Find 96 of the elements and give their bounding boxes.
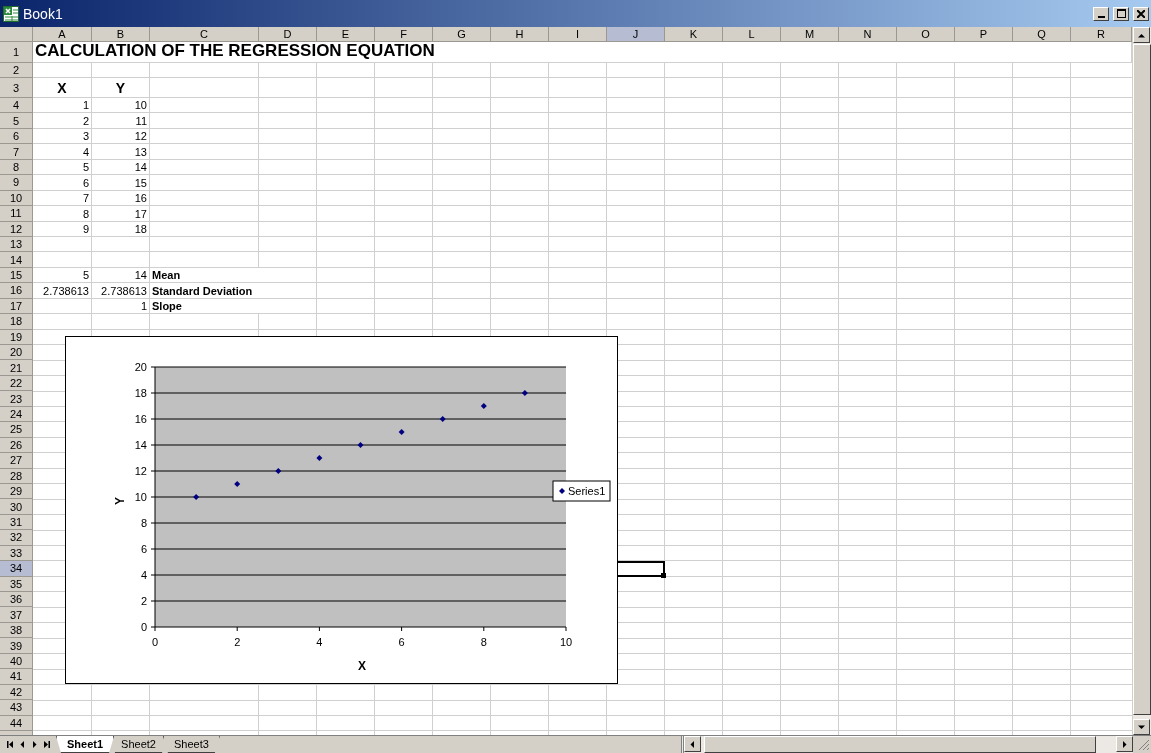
column-header[interactable]: G xyxy=(433,27,491,42)
row-header[interactable]: 7 xyxy=(0,144,33,160)
row-header[interactable]: 43 xyxy=(0,700,33,716)
axis-tick-label: 6 xyxy=(140,543,147,555)
axis-tick-label: 10 xyxy=(559,636,573,648)
column-header[interactable]: D xyxy=(259,27,317,42)
axis-tick-label: 16 xyxy=(134,413,147,425)
row-header[interactable]: 25 xyxy=(0,422,33,438)
axis-tick-label: 14 xyxy=(134,439,147,451)
spreadsheet-icon xyxy=(3,5,19,22)
left-arrow-icon xyxy=(18,741,26,748)
right-arrow-icon xyxy=(30,741,38,748)
row-header[interactable]: 34 xyxy=(0,561,33,577)
row-header[interactable]: 4 xyxy=(0,98,33,114)
axis-tick-label: 2 xyxy=(140,595,147,607)
axis-tick-label: 0 xyxy=(151,636,159,648)
data-point xyxy=(439,416,446,422)
column-header[interactable]: I xyxy=(549,27,607,42)
scroll-left-button[interactable] xyxy=(684,736,701,752)
axis-title: X xyxy=(358,659,366,673)
axis-tick-label: 8 xyxy=(140,517,147,529)
row-header[interactable]: 2 xyxy=(0,63,33,78)
row-header[interactable]: 30 xyxy=(0,499,33,515)
axis-tick-label: 2 xyxy=(234,636,241,648)
column-header[interactable]: H xyxy=(491,27,549,42)
window-title: Book1 xyxy=(23,5,64,22)
axis-tick-label: 6 xyxy=(398,636,405,648)
row-header[interactable]: 20 xyxy=(0,345,33,361)
column-header[interactable]: A xyxy=(33,27,92,42)
data-point xyxy=(521,390,528,396)
column-header[interactable]: P xyxy=(955,27,1013,42)
row-header[interactable]: 23 xyxy=(0,391,33,407)
column-header[interactable]: R xyxy=(1071,27,1132,42)
data-point xyxy=(234,481,241,487)
cell-text: CALCULATION OF THE REGRESSION EQUATION xyxy=(33,42,1132,63)
chart[interactable]: 0 2 4 6 8 10 12 14 16 18 20 0 2 4 6 8 10 X Y Series1 xyxy=(65,336,618,684)
row-header[interactable]: 14 xyxy=(0,252,33,268)
minimize-icon xyxy=(1097,15,1105,18)
row-header[interactable]: 9 xyxy=(0,175,33,191)
row-header[interactable]: 37 xyxy=(0,607,33,623)
axis-tick-label: 8 xyxy=(480,636,487,648)
column-header[interactable]: C xyxy=(150,27,259,42)
row-header[interactable]: 32 xyxy=(0,530,33,546)
scroll-down-button[interactable] xyxy=(1133,719,1150,735)
column-header[interactable]: Q xyxy=(1013,27,1071,42)
row-header[interactable]: 27 xyxy=(0,453,33,469)
maximize-button[interactable] xyxy=(1113,6,1129,21)
scroll-up-button[interactable] xyxy=(1133,27,1150,43)
axis-tick-label: 18 xyxy=(134,387,147,399)
close-button[interactable] xyxy=(1133,6,1149,21)
sheet-tab[interactable]: Sheet3 xyxy=(162,736,220,753)
down-arrow-icon xyxy=(1138,723,1145,731)
column-header[interactable]: E xyxy=(317,27,375,42)
row-header[interactable]: 41 xyxy=(0,669,33,685)
column-header[interactable]: B xyxy=(92,27,150,42)
legend xyxy=(552,480,611,502)
up-arrow-icon xyxy=(1138,31,1145,39)
last-arrow-icon xyxy=(42,741,50,748)
left-arrow-icon xyxy=(689,740,696,748)
first-arrow-icon xyxy=(6,741,14,748)
axis-tick-label: 12 xyxy=(134,465,147,477)
row-header[interactable]: 11 xyxy=(0,206,33,222)
legend-label: Series1 xyxy=(568,485,606,497)
data-point xyxy=(316,455,323,461)
row-header[interactable]: 21 xyxy=(0,360,33,376)
column-header[interactable]: N xyxy=(839,27,897,42)
column-header[interactable]: K xyxy=(665,27,723,42)
data-point xyxy=(193,494,200,500)
row-header[interactable]: 3 xyxy=(0,78,33,98)
row-header[interactable]: 36 xyxy=(0,592,33,608)
axis-tick-label: 0 xyxy=(140,621,147,633)
sheet-tab[interactable]: Sheet1 xyxy=(56,736,115,753)
data-point xyxy=(357,442,364,448)
minimize-button[interactable] xyxy=(1093,6,1109,21)
axis-tick-label: 20 xyxy=(134,361,147,373)
data-point xyxy=(398,429,405,435)
scroll-right-button[interactable] xyxy=(1116,736,1133,752)
data-point xyxy=(480,403,487,409)
column-header[interactable]: L xyxy=(723,27,781,42)
row-header[interactable]: 5 xyxy=(0,113,33,129)
data-point xyxy=(275,468,282,474)
axis-tick-label: 4 xyxy=(316,636,323,648)
row-header[interactable]: 16 xyxy=(0,283,33,299)
right-arrow-icon xyxy=(1121,740,1128,748)
column-header[interactable]: O xyxy=(897,27,955,42)
column-header[interactable]: J xyxy=(607,27,665,42)
row-header[interactable]: 18 xyxy=(0,314,33,330)
column-header[interactable]: F xyxy=(375,27,433,42)
axis-title: Y xyxy=(113,497,127,505)
axis-tick-label: 4 xyxy=(140,569,147,581)
maximize-icon xyxy=(1116,9,1126,18)
column-header[interactable]: M xyxy=(781,27,839,42)
row-header[interactable]: 1 xyxy=(0,42,33,63)
row-header[interactable]: 39 xyxy=(0,638,33,654)
close-icon xyxy=(1137,9,1145,18)
axis-tick-label: 10 xyxy=(134,491,147,503)
